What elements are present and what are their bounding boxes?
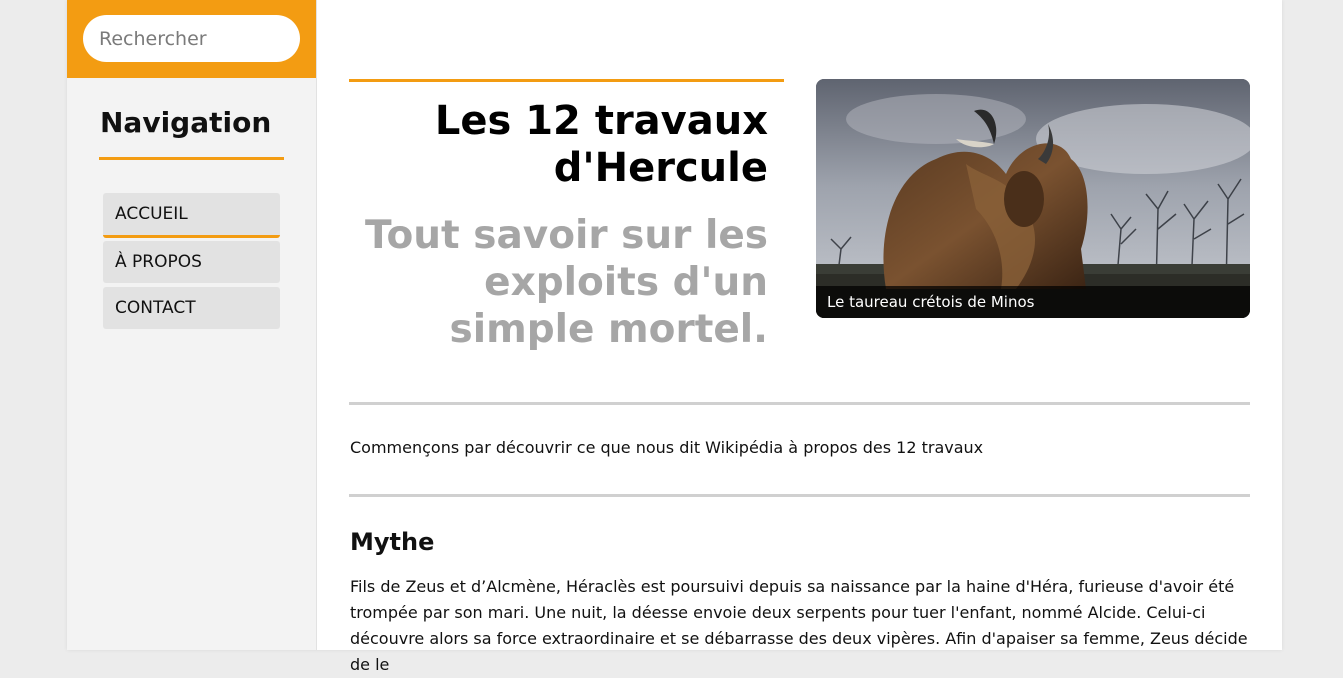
section-title-mythe: Mythe xyxy=(350,528,435,556)
search-input[interactable] xyxy=(83,15,300,62)
bull-photo xyxy=(816,79,1250,318)
search-bar xyxy=(67,0,316,78)
nav-item-a-propos[interactable]: À PROPOS xyxy=(103,241,280,283)
navigation-title-underline xyxy=(99,157,284,160)
page-title: Les 12 travaux d'Hercule xyxy=(434,98,768,191)
nav-item-accueil[interactable]: ACCUEIL xyxy=(103,193,280,238)
divider xyxy=(349,402,1250,405)
page-subtitle: Tout savoir sur les exploits d'un simple… xyxy=(365,213,768,352)
divider xyxy=(349,494,1250,497)
hero-accent-line xyxy=(349,79,784,82)
nav-item-contact[interactable]: CONTACT xyxy=(103,287,280,329)
page: Navigation ACCUEIL À PROPOS CONTACT Les … xyxy=(67,0,1282,674)
hero-image: Le taureau crétois de Minos xyxy=(816,79,1250,318)
sidebar: Navigation ACCUEIL À PROPOS CONTACT xyxy=(67,0,317,650)
section-paragraph: Fils de Zeus et d’Alcmène, Héraclès est … xyxy=(350,577,1248,674)
intro-text: Commençons par découvrir ce que nous dit… xyxy=(350,438,984,457)
navigation-title: Navigation xyxy=(100,106,272,139)
image-caption: Le taureau crétois de Minos xyxy=(816,286,1250,318)
